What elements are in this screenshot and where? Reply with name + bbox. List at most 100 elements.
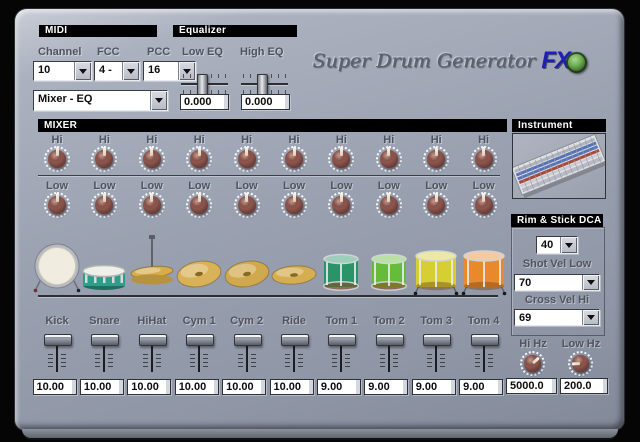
hi-hz-value[interactable]: 5000.0 (506, 378, 557, 394)
fader-cap[interactable] (423, 334, 452, 346)
low-eq-knob[interactable] (328, 192, 355, 218)
low-hz-label: Low Hz (561, 338, 601, 350)
channel-volume-value[interactable]: 10.00 (127, 379, 172, 395)
hi-knob-label: Hi (241, 134, 253, 146)
channel-volume-value[interactable]: 9.00 (459, 379, 504, 395)
channel-volume-value[interactable]: 10.00 (222, 379, 267, 395)
channel-volume-value[interactable]: 10.00 (32, 379, 77, 395)
channel-label: Tom 4 (467, 315, 500, 327)
channel-volume-value[interactable]: 9.00 (411, 379, 456, 395)
rim-stick-dca-value: 40 (541, 239, 554, 251)
fader-cap[interactable] (375, 334, 404, 346)
fader-cap[interactable] (138, 334, 167, 346)
tom-drum-icon (317, 230, 365, 296)
chevron-down-icon[interactable] (582, 310, 599, 325)
volume-fader[interactable] (40, 332, 74, 376)
low-knob-label: Low (235, 180, 258, 192)
fader-cap[interactable] (470, 334, 499, 346)
hi-eq-knob[interactable] (44, 146, 70, 172)
hi-knob-label: Hi (98, 134, 110, 146)
low-eq-knob[interactable] (91, 192, 118, 218)
hi-eq-knob[interactable] (281, 146, 307, 172)
cross-vel-hi-value: 69 (519, 312, 532, 324)
channel-label: Tom 3 (420, 315, 452, 327)
power-led-icon (566, 52, 587, 73)
hi-eq-knob[interactable] (470, 146, 497, 172)
channel-label: Ride (282, 315, 306, 327)
instrument-image (510, 133, 607, 199)
volume-fader[interactable] (324, 332, 358, 376)
volume-fader[interactable] (87, 332, 121, 376)
low-eq-knob[interactable] (423, 192, 450, 218)
mixer-channel-column: Hi Low Cym 2 10.00 (222, 0, 271, 442)
hi-eq-knob[interactable] (91, 146, 118, 172)
hi-eq-knob[interactable] (138, 146, 165, 172)
volume-fader[interactable] (467, 332, 501, 376)
hi-eq-knob[interactable] (423, 146, 450, 172)
mixing-console-icon (510, 133, 607, 199)
low-eq-knob[interactable] (44, 192, 70, 218)
channel-volume-value[interactable]: 9.00 (364, 379, 409, 395)
low-eq-knob[interactable] (138, 192, 165, 218)
hi-knob-label: Hi (430, 134, 442, 146)
cross-vel-hi-select[interactable]: 69 (514, 309, 600, 326)
fader-cap[interactable] (186, 334, 215, 346)
low-eq-knob[interactable] (186, 192, 213, 218)
low-knob-label: Low (283, 180, 305, 192)
channel-label: Tom 1 (325, 315, 358, 327)
volume-fader[interactable] (277, 332, 311, 376)
hi-eq-knob[interactable] (375, 146, 402, 172)
hi-knob-label: Hi (478, 134, 490, 146)
floor-tom-drum-icon (460, 230, 508, 296)
channel-volume-value[interactable]: 10.00 (79, 379, 124, 395)
low-eq-knob[interactable] (470, 192, 497, 218)
mixer-channel-column: Hi Low HiHat 10.00 (127, 0, 175, 442)
fader-cap[interactable] (281, 334, 309, 346)
low-hz-knob[interactable] (568, 351, 593, 376)
hi-eq-knob[interactable] (233, 146, 260, 172)
low-knob-label: Low (330, 180, 353, 192)
low-knob-label: Low (425, 180, 448, 192)
fader-cap[interactable] (91, 334, 120, 346)
fader-cap[interactable] (328, 334, 357, 346)
plugin-window: MIDI Channel FCC PCC 10 4 - 16 Mixer - E… (0, 0, 640, 442)
low-eq-knob[interactable] (281, 192, 307, 218)
low-eq-knob[interactable] (233, 192, 260, 218)
hi-knob-label: Hi (383, 134, 395, 146)
fader-cap[interactable] (44, 334, 72, 346)
channel-label: Cym 2 (230, 315, 264, 327)
shot-vel-low-label: Shot Vel Low (522, 258, 592, 270)
cross-vel-hi-label: Cross Vel Hi (524, 294, 590, 306)
volume-fader[interactable] (372, 332, 406, 376)
volume-fader[interactable] (135, 332, 169, 376)
channel-volume-value[interactable]: 10.00 (174, 379, 219, 395)
mixer-channel-column: Hi Low Ride 10.00 (269, 0, 318, 442)
channel-label: Cym 1 (182, 315, 216, 327)
hi-knob-label: Hi (51, 134, 63, 146)
low-hz-value[interactable]: 200.0 (560, 378, 608, 394)
volume-fader[interactable] (230, 332, 264, 376)
shot-vel-low-value: 70 (519, 277, 532, 289)
channel-label: Tom 2 (373, 315, 405, 327)
hi-knob-label: Hi (335, 134, 347, 146)
chevron-down-icon[interactable] (582, 275, 599, 290)
hi-eq-knob[interactable] (328, 146, 355, 172)
hi-knob-label: Hi (288, 134, 300, 146)
volume-fader[interactable] (419, 332, 453, 376)
hi-eq-knob[interactable] (186, 146, 213, 172)
mixer-channel-column: Hi Low Kick 10.00 (32, 0, 81, 442)
hi-knob-label: Hi (193, 134, 205, 146)
hi-hz-knob[interactable] (520, 351, 545, 376)
low-eq-knob[interactable] (375, 192, 402, 218)
fader-cap[interactable] (233, 334, 262, 346)
crash-cymbal-icon (223, 230, 271, 296)
shot-vel-low-select[interactable]: 70 (514, 274, 600, 291)
volume-fader[interactable] (182, 332, 216, 376)
chevron-down-icon[interactable] (560, 237, 577, 253)
rim-stick-dca-header: Rim & Stick DCA (511, 214, 603, 227)
channel-label: Kick (45, 315, 69, 327)
rim-stick-dca-select[interactable]: 40 (536, 236, 578, 254)
channel-volume-value[interactable]: 9.00 (316, 379, 361, 395)
channel-volume-value[interactable]: 10.00 (269, 379, 314, 395)
instrument-section-header: Instrument (512, 119, 606, 132)
